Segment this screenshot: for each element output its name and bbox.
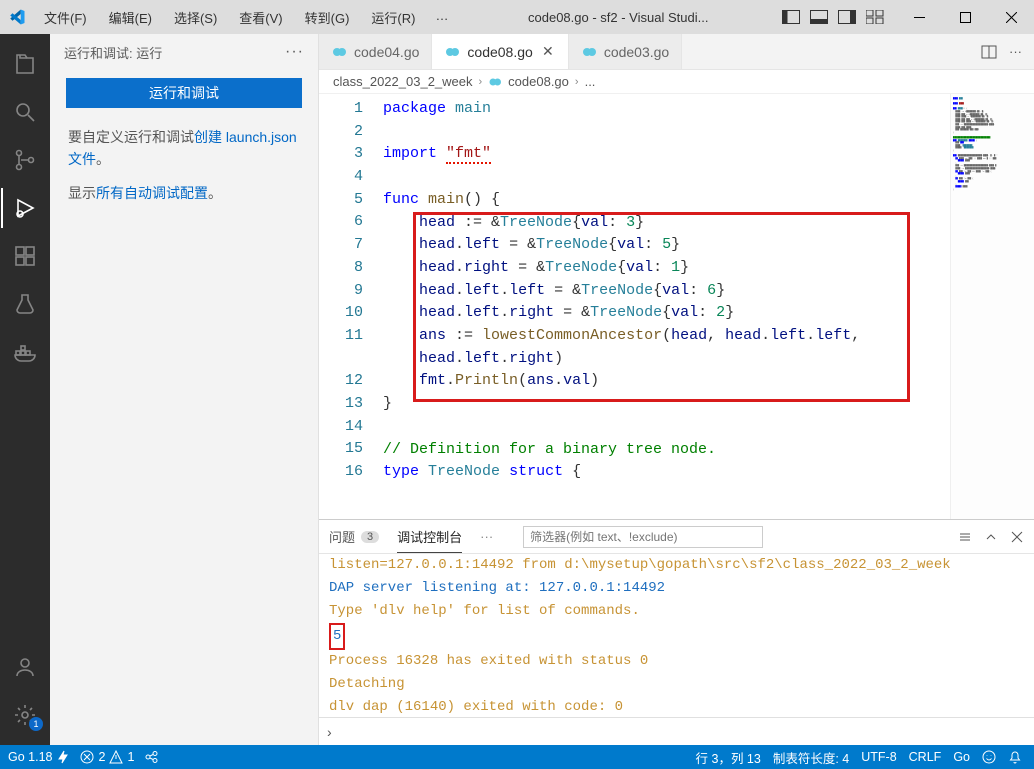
activity-testing[interactable] (1, 284, 49, 324)
debug-console-output[interactable]: listen=127.0.0.1:14492 from d:\mysetup\g… (319, 554, 1034, 717)
window-controls (896, 0, 1034, 34)
menu-edit[interactable]: 编辑(E) (101, 6, 160, 29)
console-line: dlv dap (16140) exited with code: 0 (329, 696, 1024, 717)
console-line: DAP server listening at: 127.0.0.1:14492 (329, 577, 1024, 600)
status-eol[interactable]: CRLF (909, 750, 942, 764)
activity-account[interactable] (1, 647, 49, 687)
console-line: listen=127.0.0.1:14492 from d:\mysetup\g… (329, 554, 1024, 577)
activity-search[interactable] (1, 92, 49, 132)
status-live-share[interactable] (144, 750, 158, 764)
code-editor[interactable]: 12345678 910111213141516 package main im… (319, 94, 950, 519)
menu-file[interactable]: 文件(F) (36, 6, 95, 29)
close-tab-icon[interactable]: ✕ (540, 44, 556, 60)
vscode-logo (0, 8, 34, 26)
activity-extensions[interactable] (1, 236, 49, 276)
tab-label: code03.go (604, 44, 669, 60)
status-encoding[interactable]: UTF-8 (861, 750, 896, 764)
status-go-version[interactable]: Go 1.18 (8, 750, 70, 764)
breadcrumb-ellipsis[interactable]: ... (585, 74, 596, 89)
status-line-col[interactable]: 行 3，列 13 (696, 748, 761, 767)
status-tab-size[interactable]: 制表符长度: 4 (773, 748, 849, 767)
status-notifications-icon[interactable] (1008, 750, 1022, 764)
go-file-icon (444, 44, 460, 60)
sidebar-title: 运行和调试: 运行 (64, 43, 162, 62)
status-bar: Go 1.18 2 1 行 3，列 13 制表符长度: 4 UTF-8 CRLF… (0, 745, 1034, 769)
layout-panel-right-icon[interactable] (838, 10, 856, 24)
tab-label: code08.go (467, 44, 532, 60)
menu-view[interactable]: 查看(V) (231, 6, 290, 29)
editor-group: code04.go code08.go ✕ code03.go ··· clas… (319, 34, 1034, 745)
bottom-panel: 问题 3 调试控制台 ··· listen=127.0.0.1:14492 fr… (319, 519, 1034, 745)
menu-more[interactable]: … (429, 6, 454, 29)
go-file-icon (488, 75, 502, 89)
console-line: Process 16328 has exited with status 0 (329, 650, 1024, 673)
tab-code08[interactable]: code08.go ✕ (432, 34, 568, 69)
menu-run[interactable]: 运行(R) (363, 6, 423, 29)
highlighted-output: 5 (329, 623, 345, 650)
activity-settings[interactable]: 1 (1, 695, 49, 735)
editor-tabs: code04.go code08.go ✕ code03.go ··· (319, 34, 1034, 70)
go-file-icon (581, 44, 597, 60)
go-file-icon (331, 44, 347, 60)
layout-controls (782, 10, 896, 24)
sidebar-run-debug: 运行和调试: 运行 ··· 运行和调试 要自定义运行和调试创建 launch.j… (50, 34, 319, 745)
run-and-debug-button[interactable]: 运行和调试 (66, 78, 302, 108)
panel-tab-problems[interactable]: 问题 3 (329, 520, 379, 553)
editor-more-icon[interactable]: ··· (1009, 44, 1022, 59)
problems-count: 3 (361, 531, 379, 543)
settings-badge: 1 (29, 717, 43, 731)
chevron-up-icon[interactable] (984, 530, 998, 544)
title-bar: 文件(F) 编辑(E) 选择(S) 查看(V) 转到(G) 运行(R) … co… (0, 0, 1034, 34)
activity-explorer[interactable] (1, 44, 49, 84)
window-title: code08.go - sf2 - Visual Studi... (454, 10, 782, 25)
panel-tab-debug-console[interactable]: 调试控制台 (397, 520, 462, 553)
chevron-right-icon: › (327, 724, 332, 740)
breadcrumb-folder[interactable]: class_2022_03_2_week (333, 74, 473, 89)
sidebar-create-launch-text: 要自定义运行和调试创建 launch.json 文件。 (50, 120, 318, 176)
close-button[interactable] (988, 0, 1034, 34)
menu-go[interactable]: 转到(G) (297, 6, 358, 29)
layout-customize-icon[interactable] (866, 10, 884, 24)
line-gutter: 12345678 910111213141516 (319, 94, 383, 519)
clear-console-icon[interactable] (958, 530, 972, 544)
sidebar-more-icon[interactable]: ··· (285, 43, 304, 61)
layout-panel-bottom-icon[interactable] (810, 10, 828, 24)
console-line: Type 'dlv help' for list of commands. (329, 600, 1024, 623)
sidebar-show-all-configs-text: 显示所有自动调试配置。 (50, 176, 318, 210)
tab-code04[interactable]: code04.go (319, 34, 432, 69)
menu-select[interactable]: 选择(S) (166, 6, 225, 29)
activity-scm[interactable] (1, 140, 49, 180)
status-feedback-icon[interactable] (982, 750, 996, 764)
status-language[interactable]: Go (953, 750, 970, 764)
menu-bar: 文件(F) 编辑(E) 选择(S) 查看(V) 转到(G) 运行(R) … (34, 6, 454, 29)
chevron-right-icon: › (479, 76, 483, 88)
panel-more-icon[interactable]: ··· (480, 529, 493, 544)
panel-tabs: 问题 3 调试控制台 ··· (319, 520, 1034, 554)
breadcrumb-file[interactable]: code08.go (508, 74, 569, 89)
debug-console-input[interactable]: › (319, 717, 1034, 745)
show-all-auto-configs-link[interactable]: 所有自动调试配置 (96, 185, 208, 201)
panel-filter-input[interactable] (523, 526, 763, 548)
breadcrumb[interactable]: class_2022_03_2_week › code08.go › ... (319, 70, 1034, 94)
layout-panel-left-icon[interactable] (782, 10, 800, 24)
code-lines[interactable]: package main import "fmt" func main() { … (383, 94, 950, 519)
tab-label: code04.go (354, 44, 419, 60)
close-panel-icon[interactable] (1010, 530, 1024, 544)
console-line: 5 (329, 623, 1024, 650)
tab-code03[interactable]: code03.go (569, 34, 682, 69)
minimap[interactable]: ████ ███ ████ ████ ███ ████() { ████ := … (950, 94, 1034, 519)
status-problems[interactable]: 2 1 (80, 750, 134, 764)
minimize-button[interactable] (896, 0, 942, 34)
activity-run-debug[interactable] (1, 188, 49, 228)
maximize-button[interactable] (942, 0, 988, 34)
split-editor-icon[interactable] (981, 44, 997, 60)
activity-docker[interactable] (1, 332, 49, 372)
activity-bar: 1 (0, 34, 50, 745)
chevron-right-icon: › (575, 76, 579, 88)
console-line: Detaching (329, 673, 1024, 696)
